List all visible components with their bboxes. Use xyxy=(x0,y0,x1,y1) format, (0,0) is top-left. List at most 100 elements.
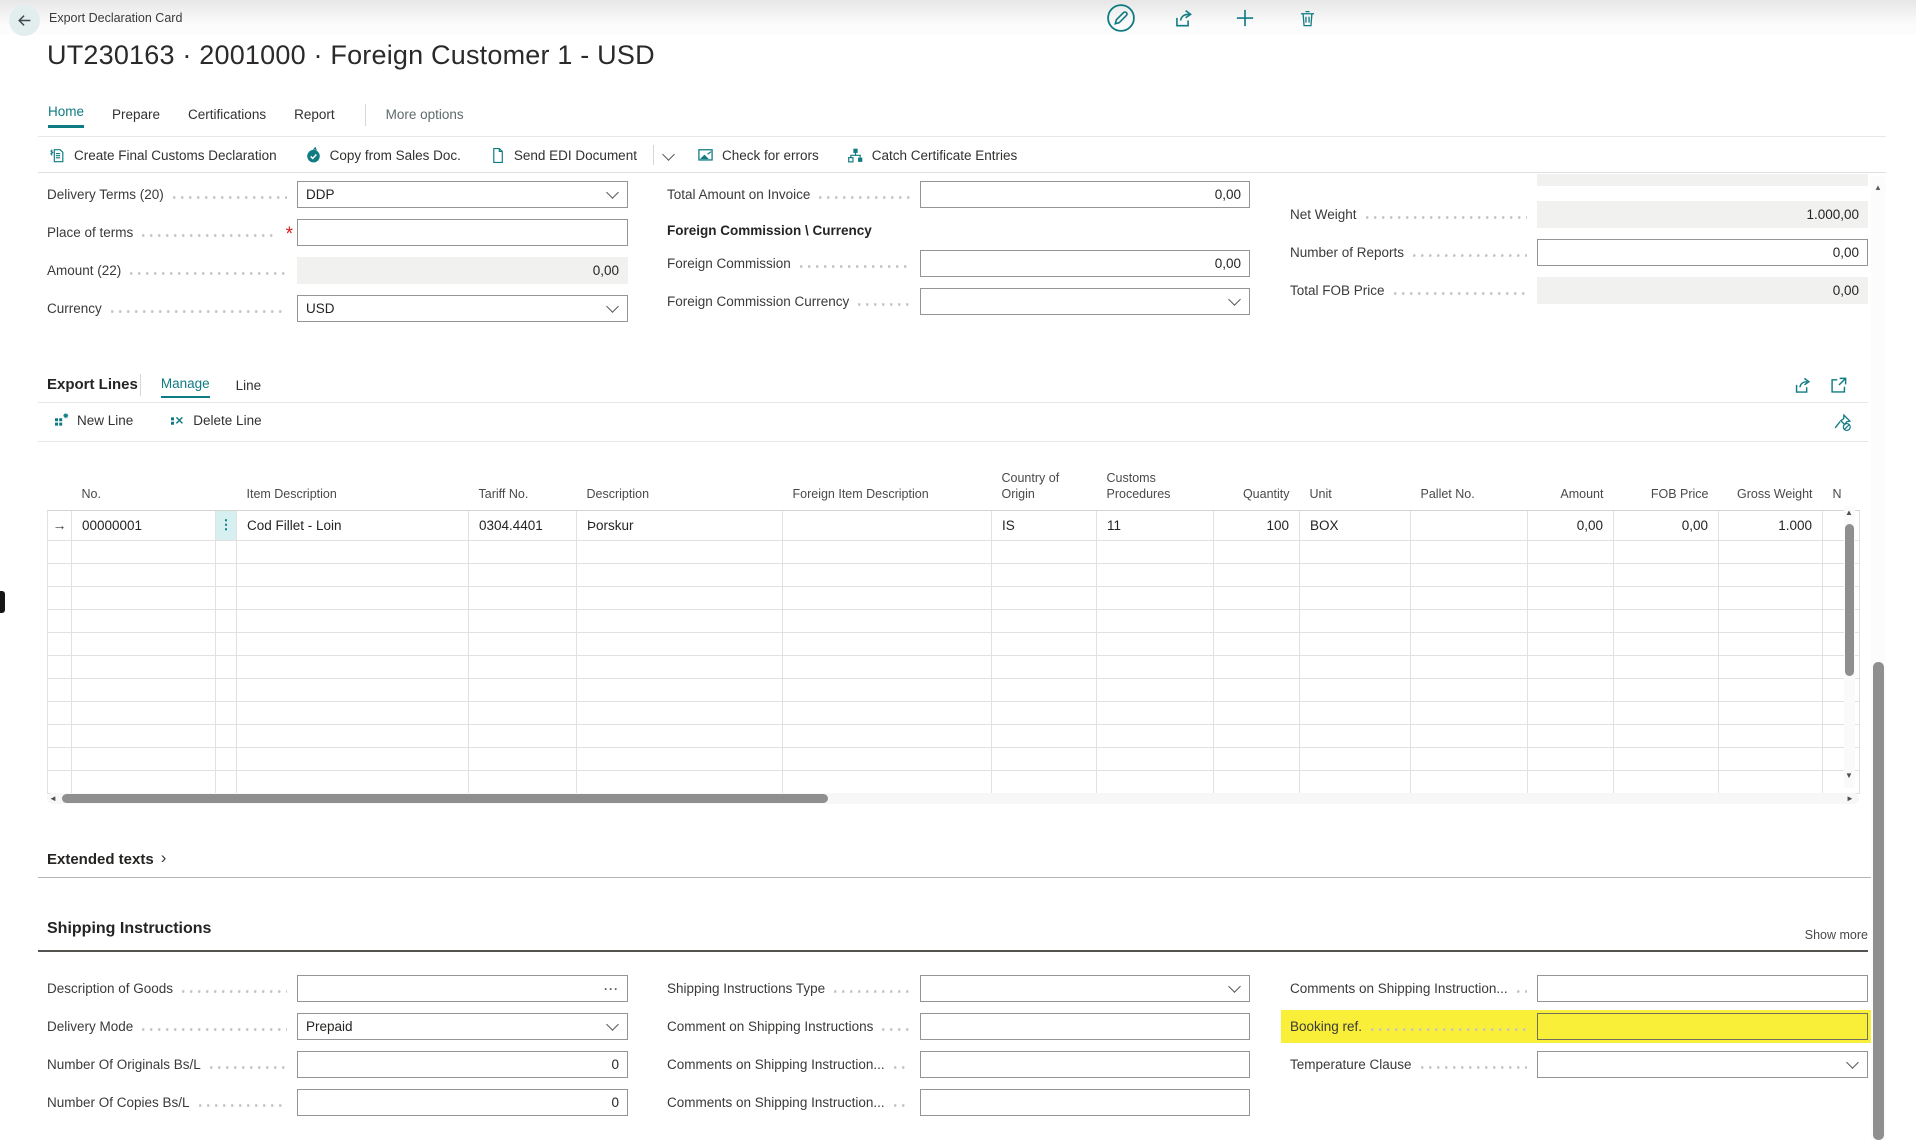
table-scrollbar[interactable]: ▲ ▼ xyxy=(1844,506,1855,788)
open-in-new-icon[interactable] xyxy=(1829,376,1848,395)
grid-cell[interactable] xyxy=(237,678,469,701)
grid-cell[interactable] xyxy=(1214,701,1300,724)
grid-cell[interactable] xyxy=(48,632,72,655)
grid-cell[interactable] xyxy=(1214,540,1300,563)
grid-cell[interactable] xyxy=(1214,724,1300,747)
grid-cell-fob-price[interactable]: 0,00 xyxy=(1614,510,1719,540)
temperature-clause-select[interactable] xyxy=(1537,1051,1868,1078)
grid-cell[interactable] xyxy=(1300,701,1411,724)
grid-cell[interactable] xyxy=(1214,609,1300,632)
grid-cell[interactable] xyxy=(992,632,1097,655)
grid-cell[interactable] xyxy=(48,724,72,747)
new-line-button[interactable]: New Line xyxy=(53,412,133,428)
column-header-item-description[interactable]: Item Description xyxy=(237,468,469,510)
grid-cell[interactable] xyxy=(48,655,72,678)
grid-cell[interactable] xyxy=(72,632,216,655)
grid-cell[interactable] xyxy=(48,609,72,632)
grid-cell[interactable] xyxy=(72,724,216,747)
scroll-down-arrow[interactable]: ▼ xyxy=(1845,772,1853,780)
grid-cell-tariff-no[interactable]: 0304.4401 xyxy=(469,510,577,540)
grid-cell[interactable] xyxy=(992,701,1097,724)
grid-cell[interactable] xyxy=(237,632,469,655)
place-of-terms-input[interactable] xyxy=(297,219,628,246)
grid-cell[interactable] xyxy=(1097,701,1214,724)
new-icon[interactable] xyxy=(1230,3,1260,33)
grid-cell[interactable] xyxy=(992,609,1097,632)
grid-cell[interactable] xyxy=(1614,586,1719,609)
grid-cell[interactable] xyxy=(1614,678,1719,701)
grid-cell[interactable] xyxy=(1411,747,1528,770)
grid-cell[interactable] xyxy=(469,540,577,563)
grid-cell[interactable] xyxy=(1411,586,1528,609)
grid-cell[interactable] xyxy=(216,540,237,563)
grid-cell[interactable] xyxy=(1097,632,1214,655)
grid-cell[interactable] xyxy=(1719,586,1823,609)
grid-cell[interactable] xyxy=(992,586,1097,609)
tab-line[interactable]: Line xyxy=(236,378,262,398)
grid-cell[interactable] xyxy=(72,678,216,701)
grid-cell[interactable] xyxy=(72,609,216,632)
grid-cell[interactable] xyxy=(783,770,992,793)
number-of-originals-input[interactable] xyxy=(297,1051,628,1078)
grid-cell[interactable] xyxy=(237,655,469,678)
grid-cell[interactable] xyxy=(48,701,72,724)
grid-cell[interactable] xyxy=(216,586,237,609)
grid-cell[interactable] xyxy=(1097,724,1214,747)
grid-cell[interactable] xyxy=(216,701,237,724)
grid-cell[interactable] xyxy=(1411,678,1528,701)
grid-cell[interactable] xyxy=(783,724,992,747)
grid-cell[interactable] xyxy=(577,678,783,701)
total-amount-on-invoice-input[interactable] xyxy=(920,181,1250,208)
delete-line-button[interactable]: Delete Line xyxy=(169,412,261,428)
grid-cell-customs-procedures[interactable]: 11 xyxy=(1097,510,1214,540)
grid-cell[interactable] xyxy=(72,563,216,586)
scroll-right-arrow[interactable]: ► xyxy=(1846,795,1854,803)
copy-from-sales-doc-button[interactable]: Copy from Sales Doc. xyxy=(305,147,461,164)
grid-cell[interactable] xyxy=(1411,655,1528,678)
horizontal-scrollbar[interactable]: ◄ ► xyxy=(47,793,1859,804)
grid-cell[interactable] xyxy=(237,724,469,747)
grid-cell[interactable] xyxy=(1214,632,1300,655)
booking-ref-input[interactable] xyxy=(1537,1013,1868,1040)
grid-cell[interactable] xyxy=(216,747,237,770)
grid-cell[interactable] xyxy=(992,540,1097,563)
grid-cell[interactable] xyxy=(1528,724,1614,747)
grid-cell-pallet-no[interactable] xyxy=(1411,510,1528,540)
grid-cell[interactable] xyxy=(469,655,577,678)
grid-cell[interactable] xyxy=(1719,655,1823,678)
column-header-description[interactable]: Description xyxy=(577,468,783,510)
grid-cell[interactable] xyxy=(1097,609,1214,632)
grid-cell-description[interactable]: Þorskur xyxy=(577,510,783,540)
grid-cell[interactable] xyxy=(1411,770,1528,793)
grid-cell[interactable] xyxy=(1214,678,1300,701)
grid-cell[interactable] xyxy=(237,563,469,586)
grid-cell[interactable] xyxy=(1719,563,1823,586)
grid-cell[interactable] xyxy=(1528,678,1614,701)
foreign-commission-currency-select[interactable] xyxy=(920,288,1250,315)
grid-cell[interactable] xyxy=(48,563,72,586)
grid-cell[interactable] xyxy=(237,701,469,724)
description-of-goods-input[interactable]: ··· xyxy=(297,975,628,1002)
grid-cell[interactable] xyxy=(237,586,469,609)
row-options-button[interactable]: ⋮ xyxy=(216,510,237,540)
grid-cell[interactable] xyxy=(216,770,237,793)
tab-manage[interactable]: Manage xyxy=(161,376,210,398)
more-options-button[interactable]: More options xyxy=(386,107,464,128)
grid-cell[interactable] xyxy=(1300,655,1411,678)
column-header-foreign-item-description[interactable]: Foreign Item Description xyxy=(783,468,992,510)
grid-cell[interactable] xyxy=(216,632,237,655)
grid-cell[interactable] xyxy=(577,540,783,563)
delivery-mode-select[interactable]: Prepaid xyxy=(297,1013,628,1040)
grid-cell[interactable] xyxy=(1214,563,1300,586)
grid-cell[interactable] xyxy=(72,655,216,678)
grid-cell[interactable] xyxy=(1719,724,1823,747)
grid-cell[interactable] xyxy=(469,770,577,793)
grid-cell[interactable] xyxy=(783,540,992,563)
grid-cell[interactable] xyxy=(783,563,992,586)
grid-cell[interactable] xyxy=(1097,770,1214,793)
grid-cell[interactable] xyxy=(1097,586,1214,609)
grid-cell[interactable] xyxy=(1411,701,1528,724)
grid-cell[interactable] xyxy=(783,632,992,655)
grid-cell[interactable] xyxy=(1614,609,1719,632)
grid-cell[interactable] xyxy=(216,655,237,678)
